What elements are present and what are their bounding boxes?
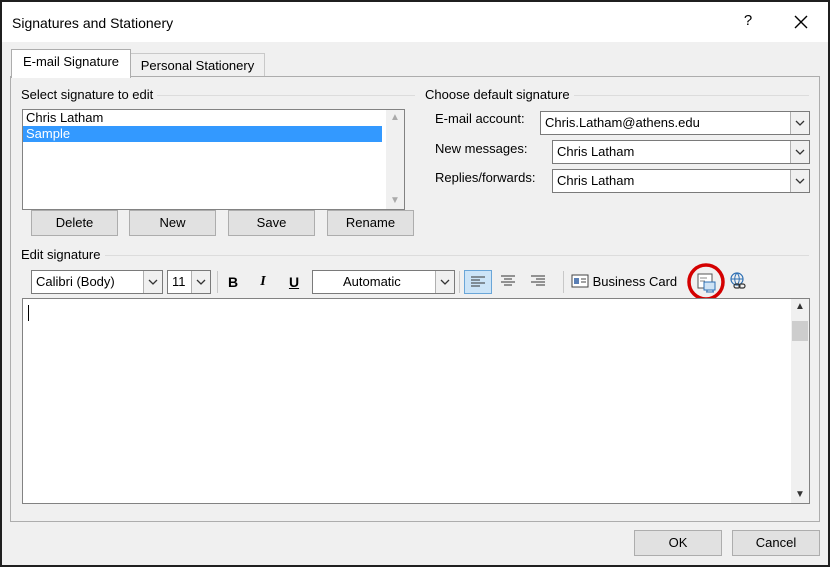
cancel-label: Cancel: [755, 535, 797, 550]
tab-label: Personal Stationery: [140, 58, 255, 73]
chevron-down-icon: [196, 279, 206, 285]
save-label: Save: [256, 215, 287, 230]
font-color-dropdown[interactable]: Automatic: [312, 270, 455, 294]
dropdown-button[interactable]: [435, 271, 454, 293]
business-card-button[interactable]: Business Card: [571, 271, 681, 293]
ok-label: OK: [668, 535, 688, 550]
dialog-client: Personal Stationery E-mail Signature Sel…: [2, 42, 828, 565]
scroll-up-button[interactable]: ▲: [386, 110, 404, 126]
delete-label: Delete: [55, 215, 94, 230]
chevron-down-icon: [795, 120, 805, 126]
group-divider: [21, 255, 809, 256]
delete-button[interactable]: Delete: [31, 210, 118, 236]
font-dropdown[interactable]: Calibri (Body): [31, 270, 163, 294]
rename-button[interactable]: Rename: [327, 210, 414, 236]
new-button[interactable]: New: [129, 210, 216, 236]
align-center-icon: [501, 275, 515, 286]
dropdown-button[interactable]: [790, 170, 809, 192]
chevron-down-icon: [795, 149, 805, 155]
close-button[interactable]: [790, 11, 812, 33]
dropdown-button[interactable]: [191, 271, 210, 293]
new-messages-value: Chris Latham: [557, 144, 635, 159]
dropdown-button[interactable]: [790, 141, 809, 163]
email-account-value: Chris.Latham@athens.edu: [545, 115, 700, 130]
insert-picture-button[interactable]: [687, 263, 725, 301]
text-caret: [28, 305, 29, 321]
rename-label: Rename: [345, 215, 396, 230]
chevron-down-icon: [795, 178, 805, 184]
insert-hyperlink-button[interactable]: [727, 271, 749, 293]
scroll-down-button[interactable]: ▼: [386, 193, 404, 209]
dropdown-button[interactable]: [790, 112, 809, 134]
font-size-value: 11: [172, 274, 186, 289]
list-scrollbar[interactable]: ▲ ▼: [386, 110, 404, 209]
ok-button[interactable]: OK: [634, 530, 722, 556]
toolbar-separator: [459, 271, 460, 293]
signature-list[interactable]: Chris Latham Sample ▲ ▼: [22, 109, 405, 210]
choose-default-label: Choose default signature: [425, 87, 574, 102]
underline-button[interactable]: U: [284, 271, 304, 293]
scroll-up-button[interactable]: ▲: [791, 299, 809, 315]
align-left-button[interactable]: [464, 270, 492, 294]
select-signature-label: Select signature to edit: [21, 87, 158, 102]
scroll-thumb[interactable]: [792, 321, 808, 341]
save-button[interactable]: Save: [228, 210, 315, 236]
new-messages-label: New messages:: [435, 141, 528, 156]
insert-picture-icon: [687, 263, 725, 301]
new-messages-dropdown[interactable]: Chris Latham: [552, 140, 810, 164]
signature-editor[interactable]: ▲ ▼: [22, 298, 810, 504]
new-label: New: [159, 215, 186, 230]
close-icon: [794, 15, 808, 29]
align-left-icon: [471, 276, 485, 287]
align-center-button[interactable]: [495, 270, 521, 292]
email-account-label: E-mail account:: [435, 111, 525, 126]
scroll-down-button[interactable]: ▼: [791, 487, 809, 503]
title-bar: Signatures and Stationery ?: [2, 2, 828, 42]
replies-forwards-dropdown[interactable]: Chris Latham: [552, 169, 810, 193]
tab-label: E-mail Signature: [22, 54, 120, 69]
bold-button[interactable]: B: [223, 271, 243, 293]
dialog-window: Signatures and Stationery ? Personal Sta…: [0, 0, 830, 567]
font-color-value: Automatic: [343, 274, 401, 289]
tab-email-signature[interactable]: E-mail Signature: [11, 49, 131, 78]
business-card-icon: [571, 274, 589, 288]
chevron-down-icon: [148, 279, 158, 285]
editor-scrollbar[interactable]: ▲ ▼: [791, 299, 809, 503]
toolbar-separator: [563, 271, 564, 293]
cancel-button[interactable]: Cancel: [732, 530, 820, 556]
hyperlink-icon: [730, 272, 746, 289]
replies-forwards-label: Replies/forwards:: [435, 170, 536, 185]
edit-signature-label: Edit signature: [21, 247, 105, 262]
font-value: Calibri (Body): [36, 274, 115, 289]
align-right-icon: [531, 275, 545, 286]
email-account-dropdown[interactable]: Chris.Latham@athens.edu: [540, 111, 810, 135]
font-size-dropdown[interactable]: 11: [167, 270, 211, 294]
business-card-label: Business Card: [592, 274, 678, 289]
tab-personal-stationery[interactable]: Personal Stationery: [130, 53, 265, 77]
replies-forwards-value: Chris Latham: [557, 173, 635, 188]
list-item-selected[interactable]: Sample: [23, 126, 382, 142]
chevron-down-icon: [440, 279, 450, 285]
dropdown-button[interactable]: [143, 271, 162, 293]
window-title: Signatures and Stationery: [12, 15, 174, 31]
align-right-button[interactable]: [525, 270, 551, 292]
list-item[interactable]: Chris Latham: [23, 110, 382, 126]
help-button[interactable]: ?: [738, 12, 758, 34]
italic-button[interactable]: I: [253, 271, 273, 293]
toolbar-separator: [217, 271, 218, 293]
